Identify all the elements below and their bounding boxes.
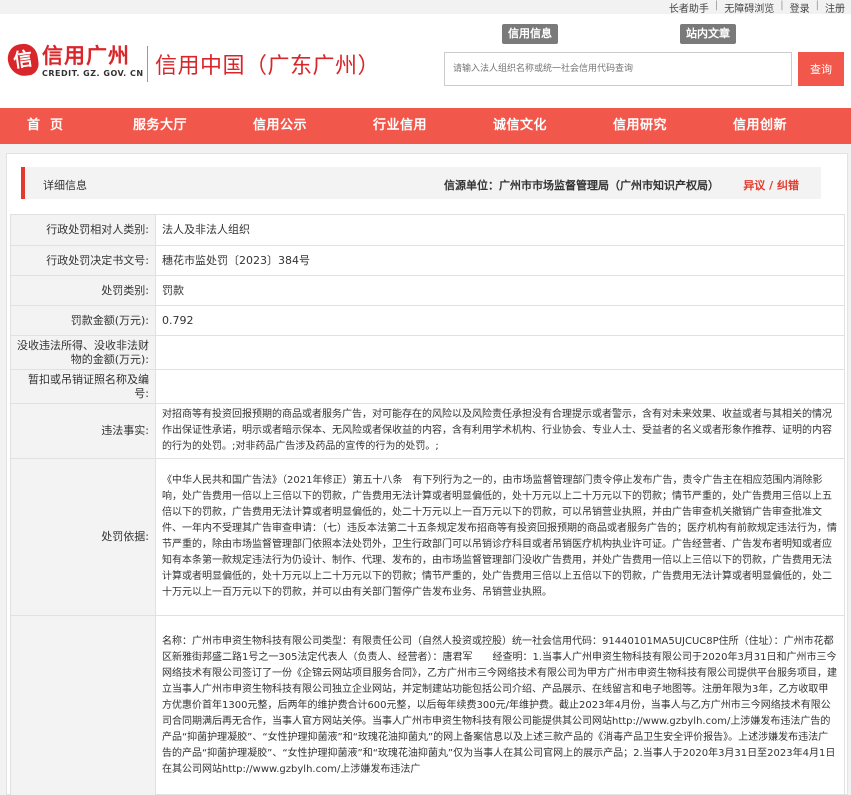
field-value: 《中华人民共和国广告法》（2021年修正）第五十八条 有下列行为之一的，由市场监…	[155, 458, 845, 616]
table-row: 罚款金额(万元): 0.792	[10, 305, 845, 336]
field-label: 行政处罚决定书文号:	[10, 245, 156, 276]
field-label: 没收违法所得、没收非法财物的金额(万元):	[10, 335, 156, 370]
table-row: 暂扣或吊销证照名称及编号:	[10, 369, 845, 404]
top-links-bar: 长者助手 | 无障碍浏览 | 登录 | 注册	[663, 0, 851, 15]
field-value	[155, 335, 845, 370]
site-title: 信用中国（广东广州）	[155, 54, 381, 79]
logo-text: 信用广州 CREDIT. GZ. GOV. CN	[42, 44, 144, 78]
field-value: 名称：广州市申资生物科技有限公司类型：有限责任公司（自然人投资或控股）统一社会信…	[155, 615, 845, 795]
nav-item-credit-research[interactable]: 信用研究	[580, 108, 700, 144]
search-button[interactable]: 查询	[798, 52, 844, 86]
elder-assistant-link[interactable]: 长者助手	[663, 0, 715, 15]
logo-domain-text: CREDIT. GZ. GOV. CN	[42, 69, 144, 78]
accessibility-link[interactable]: 无障碍浏览	[718, 0, 780, 15]
table-row: 行政处罚决定书文号: 穗花市监处罚〔2023〕384号	[10, 245, 845, 276]
field-label	[10, 615, 156, 795]
field-value: 穗花市监处罚〔2023〕384号	[155, 245, 845, 276]
table-row: 名称：广州市申资生物科技有限公司类型：有限责任公司（自然人投资或控股）统一社会信…	[10, 615, 845, 795]
table-row: 没收违法所得、没收非法财物的金额(万元):	[10, 335, 845, 370]
nav-item-home[interactable]: 首页	[0, 108, 100, 144]
field-value: 法人及非法人组织	[155, 214, 845, 246]
field-label: 处罚类别:	[10, 275, 156, 306]
penalty-info-table: 行政处罚相对人类别: 法人及非法人组织 行政处罚决定书文号: 穗花市监处罚〔20…	[10, 214, 845, 795]
site-logo[interactable]: 信 信用广州 CREDIT. GZ. GOV. CN	[5, 42, 144, 78]
source-unit: 信源单位：广州市市场监督管理局（广州市知识产权局）	[444, 179, 719, 192]
table-row: 违法事实: 对招商等有投资回报预期的商品或者服务广告，对可能存在的风险以及风险责…	[10, 403, 845, 459]
register-link[interactable]: 注册	[819, 0, 851, 15]
nav-item-credit-innovation[interactable]: 信用创新	[700, 108, 820, 144]
field-value: 0.792	[155, 305, 845, 336]
nav-item-service-hall[interactable]: 服务大厅	[100, 108, 220, 144]
nav-item-industry-credit[interactable]: 行业信用	[340, 108, 460, 144]
field-value: 罚款	[155, 275, 845, 306]
logo-icon: 信	[5, 42, 41, 78]
detail-title: 详细信息	[43, 179, 87, 192]
field-label: 违法事实:	[10, 403, 156, 459]
table-row: 处罚依据: 《中华人民共和国广告法》（2021年修正）第五十八条 有下列行为之一…	[10, 458, 845, 616]
field-value: 对招商等有投资回报预期的商品或者服务广告，对可能存在的风险以及风险责任承担没有合…	[155, 403, 845, 459]
field-value	[155, 369, 845, 404]
field-label: 行政处罚相对人类别:	[10, 214, 156, 246]
tab-site-articles[interactable]: 站内文章	[680, 24, 736, 44]
main-nav: 首页 服务大厅 信用公示 行业信用 诚信文化 信用研究 信用创新	[0, 108, 851, 144]
site-header: 信 信用广州 CREDIT. GZ. GOV. CN 信用中国（广东广州） 信用…	[0, 14, 851, 108]
detail-panel: 详细信息 信源单位：广州市市场监督管理局（广州市知识产权局） 异议 / 纠错 行…	[6, 153, 848, 795]
objection-correction-link[interactable]: 异议 / 纠错	[743, 177, 799, 193]
search-input[interactable]	[444, 52, 792, 86]
field-label: 暂扣或吊销证照名称及编号:	[10, 369, 156, 404]
nav-item-integrity-culture[interactable]: 诚信文化	[460, 108, 580, 144]
table-row: 行政处罚相对人类别: 法人及非法人组织	[10, 214, 845, 246]
table-row: 处罚类别: 罚款	[10, 275, 845, 306]
tab-credit-info[interactable]: 信用信息	[502, 24, 558, 44]
logo-main-text: 信用广州	[42, 44, 130, 68]
detail-header-bar: 详细信息 信源单位：广州市市场监督管理局（广州市知识产权局） 异议 / 纠错	[21, 167, 821, 199]
login-link[interactable]: 登录	[784, 0, 816, 15]
field-label: 处罚依据:	[10, 458, 156, 616]
field-label: 罚款金额(万元):	[10, 305, 156, 336]
nav-item-credit-disclosure[interactable]: 信用公示	[220, 108, 340, 144]
logo-divider	[147, 46, 148, 82]
